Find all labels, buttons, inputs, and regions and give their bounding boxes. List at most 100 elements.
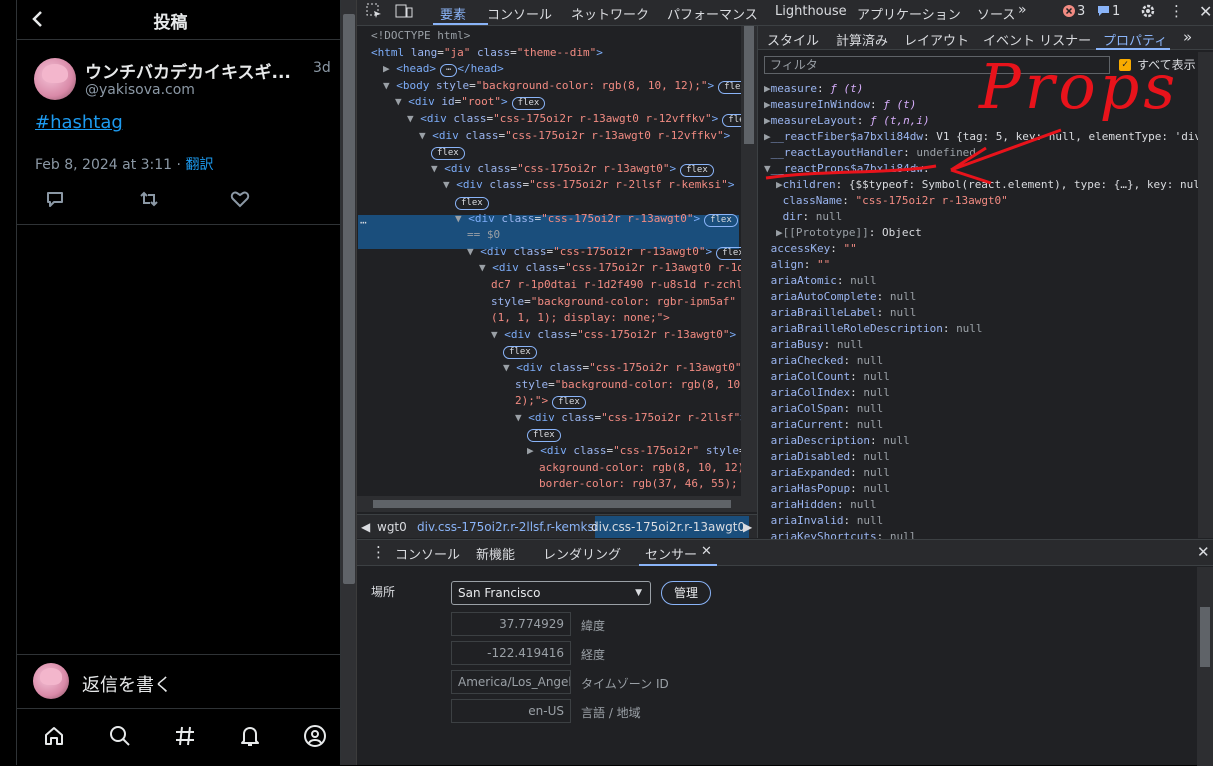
dom-node[interactable]: (1, 1, 1); display: none;"> [491, 311, 670, 324]
tab-console[interactable]: コンソール [487, 4, 552, 23]
reply-input[interactable]: 返信を書く [82, 671, 172, 697]
elements-horizontal-scrollbar[interactable] [357, 496, 757, 512]
scrollbar-thumb[interactable] [373, 500, 731, 508]
dom-node[interactable]: ▶ <div class="css-175oi2r" style="b [527, 444, 742, 457]
breadcrumb-item[interactable]: wgt0 [377, 520, 407, 534]
latitude-field[interactable]: 37.774929 [451, 612, 571, 636]
profile-icon[interactable] [303, 724, 327, 748]
tab-layout[interactable]: レイアウト [904, 30, 969, 49]
dom-node[interactable]: flex [455, 195, 489, 210]
dom-node[interactable]: <!DOCTYPE html> [371, 29, 470, 42]
tab-styles[interactable]: スタイル [767, 30, 819, 49]
location-select[interactable]: San Francisco ▼ [451, 581, 651, 605]
scrollbar-thumb[interactable] [744, 26, 754, 144]
close-icon[interactable]: ✕ [1199, 2, 1212, 21]
dom-node[interactable]: flex [431, 145, 465, 161]
tab-application[interactable]: アプリケーション [857, 4, 961, 23]
breadcrumb-item[interactable]: div.css-175oi2r.r-13awgt0 [591, 520, 745, 534]
elements-vertical-scrollbar[interactable] [741, 26, 757, 496]
dom-node[interactable]: <html lang="ja" class="theme--dim"> [371, 46, 603, 59]
dom-node[interactable]: ▼ <div class="css-175oi2r r-2llsf"> [515, 411, 742, 424]
user-handle[interactable]: @yakisova.com [85, 82, 195, 98]
drawer-tab-sensors[interactable]: センサー [645, 544, 697, 563]
dom-node[interactable]: ▼ <div class="css-175oi2r r-2llsf r-kemk… [443, 178, 734, 191]
longitude-field[interactable]: -122.419416 [451, 641, 571, 665]
error-icon[interactable] [1063, 5, 1075, 21]
dom-node[interactable]: ▼ <body style="background-color: rgb(8, … [383, 79, 742, 94]
notifications-icon[interactable] [238, 724, 262, 748]
hashtag-icon[interactable] [173, 724, 197, 748]
translate-link[interactable]: 翻訳 [185, 157, 213, 173]
display-name[interactable]: ウンチバカデカイキスギ... [85, 58, 291, 83]
tab-elements[interactable]: 要素 [440, 4, 466, 23]
dom-node-selected[interactable]: ▼ <div class="css-175oi2r r-13awgt0"> fle… [455, 212, 738, 227]
breadcrumb-item[interactable]: div.css-175oi2r.r-2llsf.r-kemksi [417, 520, 597, 534]
property-row: ariaBrailleLabel: null [770, 306, 917, 319]
dom-node[interactable]: ▼ <div class="css-175oi2r r-13awgt0"> fle… [467, 245, 742, 260]
dom-node[interactable]: flex [527, 427, 561, 443]
drawer-tab-rendering[interactable]: レンダリング [543, 544, 621, 563]
more-tabs-button[interactable]: » [1018, 2, 1027, 18]
drawer-tab-console[interactable]: コンソール [395, 544, 460, 563]
error-count[interactable]: 3 [1077, 4, 1085, 19]
home-icon[interactable] [42, 724, 66, 748]
property-row[interactable]: ▶[[Prototype]]: Object [776, 226, 922, 239]
dom-node[interactable]: ▶ <head> ⋯ </head> [383, 62, 504, 78]
tab-lighthouse[interactable]: Lighthouse [775, 4, 847, 19]
message-icon[interactable] [1097, 5, 1110, 21]
dom-node[interactable]: style="background-color: rgb(8, 10, [515, 378, 742, 391]
close-sensors-tab-icon[interactable]: ✕ [701, 544, 712, 559]
breadcrumb-scroll-right[interactable]: ▶ [743, 520, 752, 534]
property-row: ariaColSpan: null [770, 402, 884, 415]
elements-tree[interactable]: <!DOCTYPE html> <html lang="ja" class="th… [357, 26, 742, 514]
dom-node[interactable]: ▼ <div class="css-175oi2r r-13awgt0" [503, 361, 741, 374]
manage-button[interactable]: 管理 [661, 581, 711, 605]
hashtag-link[interactable]: #hashtag [35, 112, 123, 133]
avatar[interactable] [34, 58, 76, 100]
dom-node[interactable]: ▼ <div class="css-175oi2r r-13awgt0 r-12… [419, 129, 730, 142]
gear-icon[interactable] [1140, 3, 1156, 23]
dom-node[interactable]: border-color: rgb(37, 46, 55); p [539, 477, 742, 490]
tab-sources[interactable]: ソース [977, 4, 1015, 23]
more-options-icon[interactable]: ⋮ [1169, 2, 1184, 20]
timezone-field[interactable]: America/Los_Angeles [451, 670, 571, 694]
dom-node[interactable]: ▼ <div id="root"> flex [395, 95, 546, 111]
dom-node[interactable]: ackground-color: rgb(8, 10, 12); [539, 461, 742, 474]
scrollbar-thumb[interactable] [1200, 607, 1210, 667]
breadcrumb-scroll-left[interactable]: ◀ [361, 520, 370, 534]
property-row: ariaChecked: null [770, 354, 884, 367]
dom-node[interactable]: ▼ <div class="css-175oi2r r-13awgt0"> [491, 328, 736, 341]
dom-node[interactable]: flex [503, 344, 537, 360]
locale-field[interactable]: en-US [451, 699, 571, 723]
inspect-icon[interactable] [366, 3, 382, 23]
tab-performance[interactable]: パフォーマンス [667, 4, 758, 23]
device-toggle-icon[interactable] [395, 3, 413, 23]
dom-node[interactable]: ▼ <div class="css-175oi2r r-13awgt0 r-1d… [479, 261, 742, 274]
selected-node-menu[interactable]: ⋯ [360, 216, 367, 229]
search-icon[interactable] [108, 724, 132, 748]
dom-node[interactable]: style="background-color: rgbr-ipm5af" [491, 295, 736, 308]
dom-node[interactable]: 2);"> flex [515, 394, 586, 410]
drawer-scrollbar[interactable] [1197, 567, 1213, 766]
tab-event-listeners[interactable]: イベント リスナー [983, 30, 1091, 49]
dom-node[interactable]: dc7 r-1p0dtai r-1d2f490 r-u8s1d r-zchlnj [491, 278, 742, 291]
drawer-menu-icon[interactable]: ⋮ [371, 543, 386, 561]
dom-node[interactable]: ▼ <div class="css-175oi2r r-13awgt0 r-12… [407, 112, 742, 127]
more-side-tabs-button[interactable]: » [1183, 28, 1192, 46]
tab-properties[interactable]: プロパティ [1103, 30, 1167, 49]
tab-network[interactable]: ネットワーク [571, 4, 649, 23]
like-icon[interactable] [230, 190, 250, 208]
tab-computed[interactable]: 計算済み [836, 30, 888, 49]
repost-icon[interactable] [138, 190, 158, 208]
scrollbar-thumb[interactable] [343, 14, 355, 584]
close-drawer-icon[interactable]: ✕ [1197, 543, 1210, 561]
dom-node[interactable]: ▼ <div class="css-175oi2r r-13awgt0"> fle… [431, 162, 714, 177]
property-row: ariaInvalid: null [770, 514, 884, 527]
dom-node[interactable]: == $0 [467, 228, 500, 241]
drawer-tab-whats-new[interactable]: 新機能 [476, 544, 515, 563]
reply-avatar [33, 663, 69, 699]
reply-icon[interactable] [45, 190, 65, 208]
message-count[interactable]: 1 [1112, 4, 1120, 19]
chevron-down-icon: ▼ [635, 588, 642, 598]
page-scrollbar[interactable] [341, 0, 357, 765]
